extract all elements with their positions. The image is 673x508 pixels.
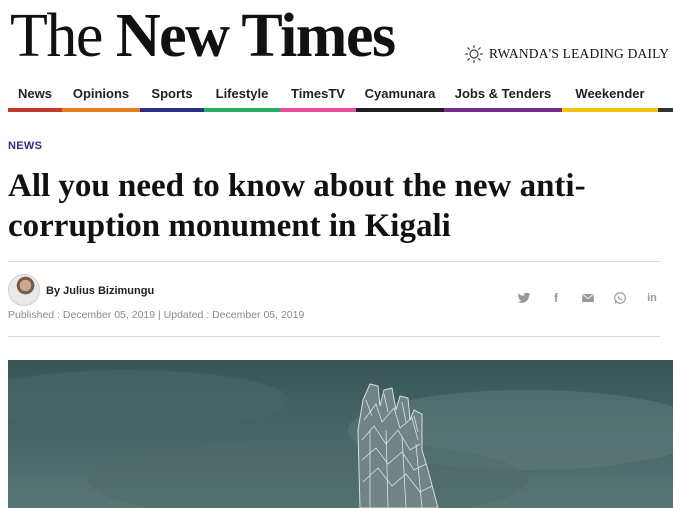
nav-color-bar — [62, 108, 140, 112]
nav-color-bar — [140, 108, 204, 112]
nav-label: Weekender — [575, 86, 645, 101]
nav-color-bar — [658, 108, 673, 112]
article-headline: All you need to know about the new anti-… — [8, 168, 586, 244]
nav-label: Jobs & Tenders — [454, 86, 552, 101]
nav-item-weekender[interactable]: Weekender — [562, 84, 658, 112]
twitter-icon[interactable] — [516, 290, 532, 306]
nav-color-bar — [444, 108, 562, 112]
nav-item-news[interactable]: News — [8, 84, 62, 112]
tagline: RWANDA'S LEADING DAILY — [463, 44, 669, 64]
nav-item-sports[interactable]: Sports — [140, 84, 204, 112]
nav-label: Lifestyle — [215, 86, 269, 101]
section-label[interactable]: NEWS — [8, 140, 42, 152]
nav-item-lifestyle[interactable]: Lifestyle — [204, 84, 280, 112]
nav-color-bar — [562, 108, 658, 112]
nav-label: Sports — [151, 86, 193, 101]
author-byline[interactable]: By Julius Bizimungu — [46, 285, 154, 297]
logo-word-newtimes: New Times — [115, 2, 396, 70]
nav-color-bar — [356, 108, 444, 112]
site-logo[interactable]: The New Times — [10, 2, 396, 70]
sun-icon — [465, 45, 483, 63]
hero-image[interactable] — [8, 360, 673, 508]
nav-label: Cyamunara — [364, 86, 436, 101]
nav-item-jobs-tenders[interactable]: Jobs & Tenders — [444, 84, 562, 112]
nav-label: News — [18, 86, 52, 101]
nav-color-bar — [204, 108, 280, 112]
nav-label: TimesTV — [291, 86, 345, 101]
logo-word-the: The — [10, 2, 103, 70]
share-bar: f in — [516, 290, 660, 306]
main-nav: News Opinions Sports Lifestyle TimesTV C… — [8, 84, 673, 112]
nav-color-bar — [280, 108, 356, 112]
divider-bottom — [8, 336, 660, 337]
nav-item-opinions[interactable]: Opinions — [62, 84, 140, 112]
whatsapp-icon[interactable] — [612, 290, 628, 306]
nav-color-bar — [8, 108, 62, 112]
masthead: The New Times RWANDA'S LEADING DAILY — [0, 0, 673, 80]
nav-label: Opinions — [72, 86, 130, 101]
linkedin-icon[interactable]: in — [644, 290, 660, 306]
tagline-text: RWANDA'S LEADING DAILY — [489, 46, 670, 61]
facebook-icon[interactable]: f — [548, 290, 564, 306]
email-icon[interactable] — [580, 290, 596, 306]
divider-top — [8, 261, 660, 262]
nav-item-timestv[interactable]: TimesTV — [280, 84, 356, 112]
author-avatar[interactable] — [8, 274, 40, 306]
publish-dates: Published : December 05, 2019 | Updated … — [8, 309, 305, 321]
nav-item-cyamunara[interactable]: Cyamunara — [356, 84, 444, 112]
monument-photo — [8, 360, 673, 508]
nav-overflow — [658, 84, 673, 112]
